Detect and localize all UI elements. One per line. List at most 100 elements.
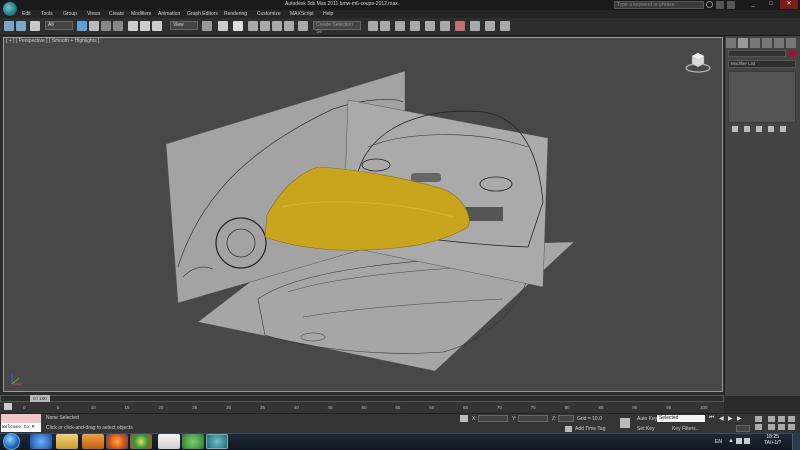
help-icon[interactable] xyxy=(716,1,724,9)
object-name-field[interactable] xyxy=(728,50,786,57)
set-key-button[interactable]: Set Key xyxy=(637,426,655,432)
menu-tools[interactable]: Tools xyxy=(41,10,53,18)
search-icon[interactable] xyxy=(706,1,713,8)
reference-coord-dropdown[interactable]: View xyxy=(170,21,198,30)
start-button[interactable] xyxy=(3,433,20,450)
z-coordinate-field[interactable] xyxy=(558,415,574,422)
close-button[interactable]: ✕ xyxy=(780,0,798,9)
time-slider[interactable] xyxy=(0,395,724,402)
mini-curve-editor-icon[interactable] xyxy=(4,403,12,410)
previous-frame-icon[interactable]: ◀ xyxy=(719,415,724,422)
render-production-icon[interactable] xyxy=(500,21,510,31)
search-input[interactable]: Type a keyword or phrase xyxy=(614,1,704,9)
spinner-snap-icon[interactable] xyxy=(284,21,294,31)
angle-snap-icon[interactable] xyxy=(260,21,270,31)
walkthrough-icon[interactable] xyxy=(778,424,785,430)
hierarchy-tab-icon[interactable] xyxy=(750,38,760,48)
maximize-viewport-icon[interactable] xyxy=(788,424,795,430)
zoom-icon[interactable] xyxy=(755,416,762,422)
viewcube[interactable] xyxy=(684,50,712,74)
material-editor-icon[interactable] xyxy=(455,21,465,31)
rendered-frame-icon[interactable] xyxy=(485,21,495,31)
lock-selection-icon[interactable] xyxy=(460,415,468,422)
layer-manager-icon[interactable] xyxy=(395,21,405,31)
current-frame-field[interactable] xyxy=(736,425,750,432)
menu-maxscript[interactable]: MAXScript xyxy=(290,10,314,18)
modifier-stack[interactable] xyxy=(728,71,796,123)
app-icon[interactable] xyxy=(158,434,180,449)
pivot-center-icon[interactable] xyxy=(202,21,212,31)
play-icon[interactable]: ▶ xyxy=(728,415,733,422)
menu-graph-editors[interactable]: Graph Editors xyxy=(187,10,218,18)
app-menu-button[interactable] xyxy=(2,1,18,17)
utorrent-icon[interactable] xyxy=(182,434,204,449)
make-unique-icon[interactable] xyxy=(756,126,762,132)
minimize-button[interactable]: _ xyxy=(744,0,762,9)
menu-edit[interactable]: Edit xyxy=(22,10,31,18)
undo-icon[interactable] xyxy=(4,21,14,31)
schematic-view-icon[interactable] xyxy=(440,21,450,31)
select-by-name-icon[interactable] xyxy=(89,21,99,31)
menu-animation[interactable]: Animation xyxy=(158,10,180,18)
time-slider-thumb[interactable]: 0 / 100 xyxy=(30,395,50,402)
align-icon[interactable] xyxy=(380,21,390,31)
time-tag-icon[interactable] xyxy=(565,426,572,432)
snap-icon[interactable] xyxy=(248,21,258,31)
selected-set-dropdown[interactable]: Selected xyxy=(657,415,705,422)
edit-named-selection-icon[interactable] xyxy=(298,21,308,31)
modifier-list-dropdown[interactable]: Modifier List xyxy=(728,60,796,68)
redo-icon[interactable] xyxy=(16,21,26,31)
3dsmax-icon[interactable] xyxy=(206,434,228,449)
y-coordinate-field[interactable] xyxy=(518,415,548,422)
motion-tab-icon[interactable] xyxy=(762,38,772,48)
menu-rendering[interactable]: Rendering xyxy=(224,10,247,18)
show-desktop-button[interactable] xyxy=(792,433,800,450)
scale-icon[interactable] xyxy=(152,21,162,31)
media-player-icon[interactable] xyxy=(82,434,104,449)
x-coordinate-field[interactable] xyxy=(478,415,508,422)
info-icon[interactable] xyxy=(727,1,735,9)
tray-arrow-icon[interactable]: ▲ xyxy=(728,438,734,444)
menu-views[interactable]: Views xyxy=(87,10,100,18)
maxscript-listener[interactable]: Welcome to M xyxy=(1,423,41,432)
configure-sets-icon[interactable] xyxy=(780,126,786,132)
selection-filter-dropdown[interactable]: All xyxy=(45,21,73,30)
zoom-extents-icon[interactable] xyxy=(778,416,785,422)
orbit-icon[interactable] xyxy=(788,416,795,422)
auto-key-button[interactable]: Auto Key xyxy=(637,416,657,422)
go-to-start-icon[interactable]: ⏮ xyxy=(709,415,714,422)
menu-modifiers[interactable]: Modifiers xyxy=(131,10,151,18)
curve-editor-icon[interactable] xyxy=(425,21,435,31)
menu-group[interactable]: Group xyxy=(63,10,77,18)
show-end-result-icon[interactable] xyxy=(744,126,750,132)
volume-icon[interactable] xyxy=(744,438,750,444)
chrome-icon[interactable] xyxy=(130,434,152,449)
select-link-icon[interactable] xyxy=(30,21,40,31)
named-selection-dropdown[interactable]: Create Selection Se xyxy=(313,21,361,35)
select-manipulate-icon[interactable] xyxy=(218,21,228,31)
window-crossing-icon[interactable] xyxy=(113,21,123,31)
menu-create[interactable]: Create xyxy=(109,10,124,18)
zoom-all-icon[interactable] xyxy=(768,416,775,422)
utilities-tab-icon[interactable] xyxy=(786,38,796,48)
mirror-icon[interactable] xyxy=(368,21,378,31)
menu-customize[interactable]: Customize xyxy=(257,10,281,18)
explorer-icon[interactable] xyxy=(56,434,78,449)
maximize-button[interactable]: □ xyxy=(762,0,780,9)
keyboard-shortcut-icon[interactable] xyxy=(233,21,243,31)
pin-stack-icon[interactable] xyxy=(732,126,738,132)
add-time-tag-button[interactable]: Add Time Tag xyxy=(575,426,605,432)
display-tab-icon[interactable] xyxy=(774,38,784,48)
modify-tab-icon[interactable] xyxy=(738,38,748,48)
render-setup-icon[interactable] xyxy=(470,21,480,31)
graphite-ribbon-icon[interactable] xyxy=(410,21,420,31)
selection-region-icon[interactable] xyxy=(101,21,111,31)
key-mode-icon[interactable] xyxy=(620,418,630,428)
language-indicator[interactable]: EN xyxy=(715,439,722,445)
ie-icon[interactable] xyxy=(30,434,52,449)
firefox-icon[interactable] xyxy=(106,434,128,449)
percent-snap-icon[interactable] xyxy=(272,21,282,31)
pan-icon[interactable] xyxy=(755,424,762,430)
menu-help[interactable]: Help xyxy=(323,10,333,18)
select-object-icon[interactable] xyxy=(77,21,87,31)
